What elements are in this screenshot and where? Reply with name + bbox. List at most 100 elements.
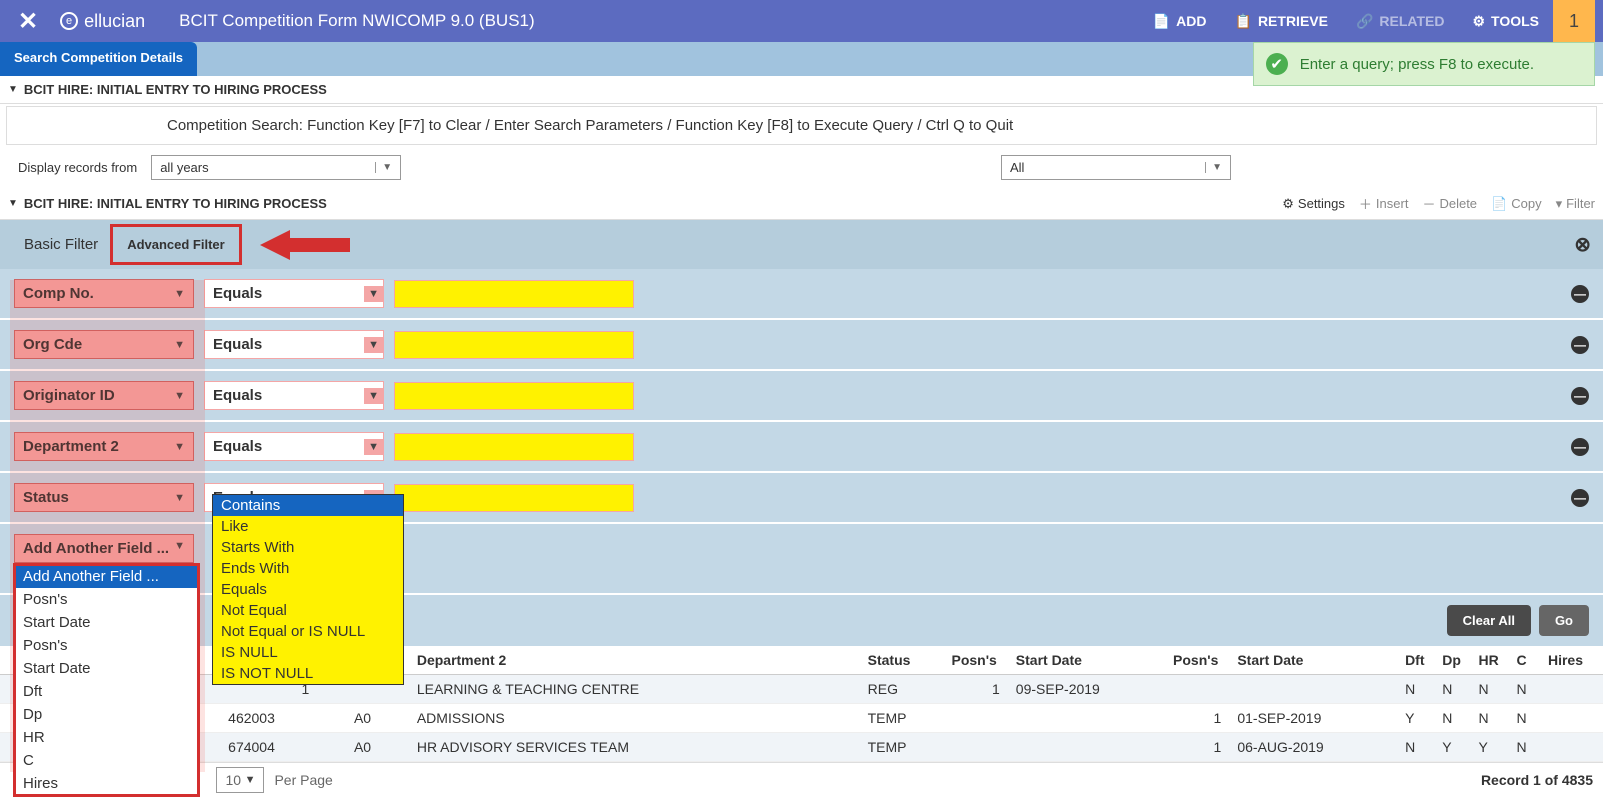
notification-banner: ✔ Enter a query; press F8 to execute.	[1253, 42, 1595, 86]
filter-button[interactable]: ▾ Filter	[1556, 196, 1595, 212]
table-row[interactable]: 674004A0HR ADVISORY SERVICES TEAMTEMP106…	[0, 733, 1603, 762]
table-header[interactable]: Status	[860, 646, 944, 675]
operator-option[interactable]: Starts With	[213, 537, 403, 558]
table-header[interactable]: Dft	[1397, 646, 1434, 675]
table-header[interactable]: Posn's	[1165, 646, 1229, 675]
table-cell	[1540, 675, 1603, 704]
table-header[interactable]: Posn's	[943, 646, 1007, 675]
operator-select[interactable]: Equals▼	[204, 330, 384, 359]
chevron-down-icon: ▼	[174, 441, 185, 453]
chevron-down-icon: ▼	[245, 774, 256, 786]
operator-option[interactable]: IS NOT NULL	[213, 663, 403, 684]
remove-row-icon[interactable]: —	[1571, 285, 1589, 303]
close-icon[interactable]: ✕	[8, 7, 48, 36]
operator-select[interactable]: Equals▼	[204, 432, 384, 461]
remove-row-icon[interactable]: —	[1571, 387, 1589, 405]
go-button[interactable]: Go	[1539, 605, 1589, 636]
value-input[interactable]	[394, 331, 634, 359]
table-header[interactable]: Dp	[1434, 646, 1470, 675]
value-input[interactable]	[394, 484, 634, 512]
value-input[interactable]	[394, 382, 634, 410]
table-header[interactable]: Start Date	[1229, 646, 1397, 675]
per-page-select[interactable]: 10 ▼	[216, 767, 264, 793]
tab-search-details[interactable]: Search Competition Details	[0, 42, 197, 76]
chevron-down-icon: ▼	[364, 388, 383, 404]
field-option[interactable]: HR	[15, 726, 198, 749]
remove-row-icon[interactable]: —	[1571, 489, 1589, 507]
advanced-filter-tab[interactable]: Advanced Filter	[110, 224, 242, 265]
copy-button[interactable]: 📄 Copy	[1491, 196, 1542, 212]
field-select[interactable]: Comp No.▼	[14, 279, 194, 308]
filter-row: Department 2▼ Equals▼ —	[0, 422, 1603, 473]
tools-button[interactable]: ⚙TOOLS	[1458, 0, 1553, 42]
field-option[interactable]: Add Another Field ...	[15, 565, 198, 588]
table-header[interactable]: C	[1509, 646, 1540, 675]
table-cell	[943, 733, 1007, 762]
table-cell: A0	[346, 704, 409, 733]
related-button[interactable]: 🔗RELATED	[1342, 0, 1459, 42]
close-filter-icon[interactable]: ⊗	[1574, 232, 1591, 257]
operator-option[interactable]: Ends With	[213, 558, 403, 579]
display-year-select[interactable]: all years ▼	[151, 155, 401, 180]
chevron-down-icon[interactable]: ▼	[8, 84, 18, 95]
remove-row-icon[interactable]: —	[1571, 336, 1589, 354]
notification-count[interactable]: 1	[1553, 0, 1595, 42]
basic-filter-tab[interactable]: Basic Filter	[12, 228, 110, 261]
field-option[interactable]: Hires	[15, 772, 198, 795]
retrieve-button[interactable]: 📋RETRIEVE	[1221, 0, 1342, 42]
field-option[interactable]: Start Date	[15, 657, 198, 680]
field-option[interactable]: Start Date	[15, 611, 198, 634]
field-select[interactable]: Status▼	[14, 483, 194, 512]
table-cell	[1165, 675, 1229, 704]
table-cell: ADMISSIONS	[409, 704, 860, 733]
add-field-dropdown[interactable]: Add Another Field ... ▼	[14, 534, 194, 563]
record-count: Record 1 of 4835	[1481, 772, 1593, 788]
table-cell: 674004	[220, 733, 293, 762]
operator-option[interactable]: Equals	[213, 579, 403, 600]
table-cell: N	[1509, 675, 1540, 704]
insert-button[interactable]: ＋ Insert	[1359, 194, 1409, 213]
operator-select[interactable]: Equals▼	[204, 381, 384, 410]
copy-icon: 📄	[1491, 196, 1507, 212]
field-option[interactable]: Posn's	[15, 588, 198, 611]
operator-option[interactable]: Not Equal	[213, 600, 403, 621]
section1-title: BCIT HIRE: INITIAL ENTRY TO HIRING PROCE…	[24, 82, 327, 97]
field-select[interactable]: Originator ID▼	[14, 381, 194, 410]
delete-button[interactable]: － Delete	[1422, 194, 1477, 213]
table-header[interactable]: Department 2	[409, 646, 860, 675]
settings-button[interactable]: ⚙ Settings	[1282, 196, 1345, 212]
value-input[interactable]	[394, 280, 634, 308]
add-button[interactable]: 📄ADD	[1139, 0, 1221, 42]
section2-title: BCIT HIRE: INITIAL ENTRY TO HIRING PROCE…	[24, 196, 327, 211]
table-cell	[943, 704, 1007, 733]
table-cell: Y	[1397, 704, 1434, 733]
gear-icon: ⚙	[1472, 13, 1485, 30]
field-option[interactable]: Dft	[15, 680, 198, 703]
operator-option[interactable]: Not Equal or IS NULL	[213, 621, 403, 642]
table-cell: 09-SEP-2019	[1008, 675, 1165, 704]
table-cell: 1	[943, 675, 1007, 704]
operator-option[interactable]: Contains	[213, 495, 403, 516]
field-option[interactable]: C	[15, 749, 198, 772]
field-option[interactable]: Dp	[15, 703, 198, 726]
field-select[interactable]: Department 2▼	[14, 432, 194, 461]
operator-option[interactable]: IS NULL	[213, 642, 403, 663]
table-cell: N	[1471, 675, 1509, 704]
field-option[interactable]: Posn's	[15, 634, 198, 657]
chevron-down-icon[interactable]: ▼	[8, 198, 18, 209]
remove-row-icon[interactable]: —	[1571, 438, 1589, 456]
table-row[interactable]: 462003A0ADMISSIONSTEMP101-SEP-2019YNNN	[0, 704, 1603, 733]
field-select[interactable]: Org Cde▼	[14, 330, 194, 359]
table-header[interactable]: Hires	[1540, 646, 1603, 675]
value-input[interactable]	[394, 433, 634, 461]
related-icon: 🔗	[1356, 13, 1373, 30]
filter-rows-container: Comp No.▼ Equals▼ — Org Cde▼ Equals▼ — O…	[0, 269, 1603, 524]
clear-all-button[interactable]: Clear All	[1447, 605, 1531, 636]
table-header[interactable]: HR	[1471, 646, 1509, 675]
display-label: Display records from	[18, 160, 137, 175]
display-all-select[interactable]: All ▼	[1001, 155, 1231, 180]
notification-text: Enter a query; press F8 to execute.	[1300, 56, 1534, 73]
operator-select[interactable]: Equals▼	[204, 279, 384, 308]
table-header[interactable]: Start Date	[1008, 646, 1165, 675]
operator-option[interactable]: Like	[213, 516, 403, 537]
